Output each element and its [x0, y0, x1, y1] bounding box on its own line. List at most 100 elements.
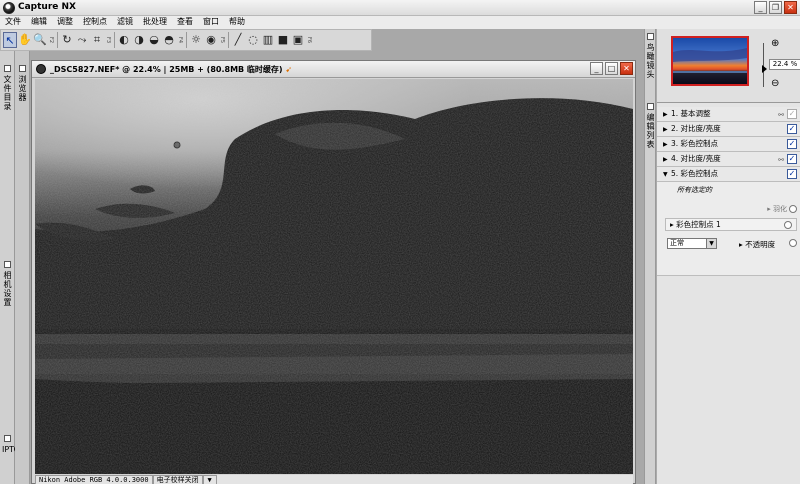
edit-list: ▶ 1. 基本调整 ⚯ ✓ ▶ 2. 对比度/亮度 ✓ ▶ 3. 彩色控制点 ✓ ▶ 4…: [657, 107, 800, 276]
zoom-value-field[interactable]: 22.4 %: [769, 59, 800, 70]
zoom-in-icon[interactable]: ⊕: [771, 38, 779, 49]
document-title: _DSC5827.NEF* @ 22.4% | 25MB + (80.8MB 临…: [50, 64, 292, 75]
close-button[interactable]: ✕: [784, 1, 797, 14]
link-icon[interactable]: ⚯: [778, 153, 784, 167]
file-directory-tab[interactable]: 文件目录: [2, 65, 13, 111]
browser-tab[interactable]: 浏览器: [17, 65, 28, 102]
expand-arrow-icon[interactable]: ▶: [663, 108, 671, 122]
menu-filter[interactable]: 滤镜: [112, 16, 138, 29]
zoom-out-icon[interactable]: ⊖: [771, 78, 779, 89]
nikon-app-icon: [3, 2, 15, 14]
camera-settings-tab[interactable]: 相机设置: [2, 261, 13, 307]
thumbnail-image: [673, 38, 747, 84]
tab-toggle-icon: [4, 435, 11, 442]
black-control-point-icon[interactable]: ◐: [117, 32, 131, 48]
selected-all-label: 所有选定的: [677, 186, 712, 194]
step-checkbox[interactable]: ✓: [787, 124, 797, 134]
link-icon[interactable]: ⚯: [778, 108, 784, 122]
hand-icon[interactable]: ✋: [18, 32, 32, 48]
collapse-arrow-icon[interactable]: ▼: [663, 168, 671, 182]
tab-toggle-icon: [647, 103, 654, 110]
menu-help[interactable]: 帮助: [224, 16, 250, 29]
selection-icon[interactable]: ▣: [291, 32, 305, 48]
edit-step-label: 4. 对比度/亮度: [671, 154, 721, 163]
toolbar-divider: [228, 32, 229, 48]
doc-close-button[interactable]: ✕: [620, 62, 633, 75]
browser-dock: 浏览器: [15, 51, 30, 484]
step-checkbox[interactable]: ✓: [787, 139, 797, 149]
color-control-point-row[interactable]: ▸ 彩色控制点 1: [665, 218, 797, 231]
red-eye-icon[interactable]: ☼: [189, 32, 203, 48]
document-title-bar: _DSC5827.NEF* @ 22.4% | 25MB + (80.8MB 临…: [32, 61, 635, 78]
step-checkbox[interactable]: ✓: [787, 169, 797, 179]
edit-step-expanded[interactable]: ▼ 5. 彩色控制点 ✓: [657, 167, 800, 182]
color-control-point-icon[interactable]: ◓: [162, 32, 176, 48]
menu-edit[interactable]: 编辑: [26, 16, 52, 29]
feather-radio[interactable]: [789, 205, 797, 213]
menu-control-points[interactable]: 控制点: [78, 16, 112, 29]
expand-arrow-icon[interactable]: ▶: [663, 123, 671, 137]
app-title: Capture NX: [18, 2, 76, 12]
menu-file[interactable]: 文件: [0, 16, 26, 29]
edit-step-label: 1. 基本调整: [671, 109, 711, 118]
edit-step[interactable]: ▶ 2. 对比度/亮度 ✓: [657, 122, 800, 137]
tab-toggle-icon: [19, 65, 26, 72]
control-point-radio[interactable]: [784, 221, 792, 229]
status-bar: Nikon Adobe RGB 4.0.0.3000 电子校样关闭 ▼: [35, 475, 633, 484]
soft-proof-status[interactable]: 电子校样关闭: [152, 475, 203, 484]
brush-icon[interactable]: ╱: [231, 32, 245, 48]
menu-view[interactable]: 查看: [172, 16, 198, 29]
straighten-icon[interactable]: ⤳: [75, 32, 89, 48]
birdseye-thumbnail[interactable]: [671, 36, 749, 86]
tab-toggle-icon: [647, 33, 654, 40]
edit-list-tab[interactable]: 编辑列表: [645, 103, 656, 149]
iptc-tab[interactable]: IPTC: [2, 435, 19, 454]
status-dropdown-icon[interactable]: ▼: [202, 475, 217, 484]
gradient-icon[interactable]: ▥: [261, 32, 275, 48]
edit-step[interactable]: ▶ 1. 基本调整 ⚯ ✓: [657, 107, 800, 122]
camera-settings-label: 相机设置: [3, 271, 12, 307]
direct-select-icon[interactable]: ↖: [3, 32, 17, 48]
minimize-button[interactable]: _: [754, 1, 767, 14]
toolbar-divider: [186, 32, 187, 48]
rotate-icon[interactable]: ↻: [60, 32, 74, 48]
fill-icon[interactable]: ■: [276, 32, 290, 48]
menu-window[interactable]: 窗口: [198, 16, 224, 29]
photo-canvas[interactable]: [35, 79, 633, 474]
feather-text: 羽化: [773, 205, 787, 213]
opacity-radio[interactable]: [789, 239, 797, 247]
browser-label: 浏览器: [18, 75, 27, 102]
step-checkbox[interactable]: ✓: [787, 109, 797, 119]
toolbar: ↖ ✋ 🔍 F2 ↻ ⤳ ⌗ F3 ◐ ◑ ◒ ◓ F4 ☼ ◉ F5 ╱ ◌ …: [0, 29, 372, 51]
color-control-point-label: 彩色控制点 1: [676, 220, 721, 229]
zoom-slider-handle[interactable]: [762, 65, 767, 73]
document-window: _DSC5827.NEF* @ 22.4% | 25MB + (80.8MB 临…: [31, 60, 636, 484]
zoom-icon[interactable]: 🔍: [33, 32, 47, 48]
blend-mode-select[interactable]: 正常 ▼: [667, 238, 717, 249]
expand-arrow-icon[interactable]: ▶: [663, 138, 671, 152]
doc-maximize-button[interactable]: □: [605, 62, 618, 75]
crop-icon[interactable]: ⌗: [90, 32, 104, 48]
edit-step[interactable]: ▶ 4. 对比度/亮度 ⚯ ✓: [657, 152, 800, 167]
doc-minimize-button[interactable]: _: [590, 62, 603, 75]
edit-step[interactable]: ▶ 3. 彩色控制点 ✓: [657, 137, 800, 152]
document-icon: [36, 64, 46, 74]
blend-mode-value: 正常: [670, 239, 684, 247]
step-checkbox[interactable]: ✓: [787, 154, 797, 164]
menu-batch[interactable]: 批处理: [138, 16, 172, 29]
toolbar-divider: [114, 32, 115, 48]
menu-adjust[interactable]: 调整: [52, 16, 78, 29]
f6-label: F6: [306, 36, 312, 44]
neutral-control-point-icon[interactable]: ◑: [132, 32, 146, 48]
opacity-text: 不透明度: [745, 240, 776, 249]
edit-step-label: 2. 对比度/亮度: [671, 124, 721, 133]
chevron-down-icon[interactable]: ▼: [706, 239, 716, 248]
opacity-label: ▸ 不透明度: [739, 240, 776, 249]
eye-icon[interactable]: ◉: [204, 32, 218, 48]
restore-button[interactable]: ❐: [769, 1, 782, 14]
lasso-icon[interactable]: ◌: [246, 32, 260, 48]
white-control-point-icon[interactable]: ◒: [147, 32, 161, 48]
f3-label: F3: [105, 36, 111, 44]
expand-arrow-icon[interactable]: ▶: [663, 153, 671, 167]
birdseye-tab[interactable]: 鸟瞰镜头: [645, 33, 656, 79]
